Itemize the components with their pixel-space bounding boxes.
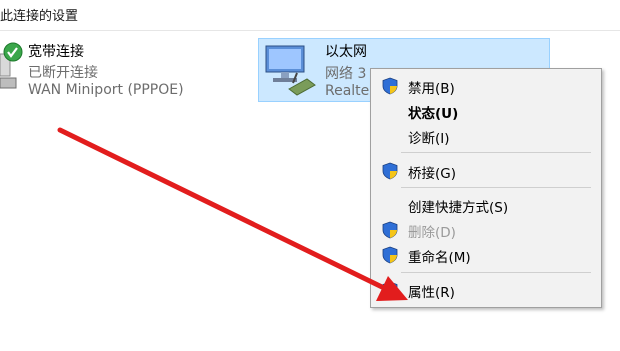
- connection-device: WAN Miniport (PPPOE): [28, 82, 184, 98]
- uac-shield-icon: [382, 281, 398, 299]
- menu-item-delete: 删除(D): [371, 218, 601, 242]
- connection-status: 已断开连接: [28, 65, 98, 81]
- uac-shield-icon: [382, 246, 398, 264]
- connection-name: 宽带连接: [28, 44, 84, 60]
- menu-item-status[interactable]: 状态(U): [371, 99, 601, 123]
- menu-item-label: 诊断(I): [408, 131, 450, 147]
- uac-shield-icon: [382, 221, 398, 239]
- connection-device: Realte: [325, 83, 370, 99]
- broadband-connection-icon: [0, 42, 23, 89]
- menu-separator: [401, 272, 591, 273]
- ethernet-adapter-icon: [265, 45, 316, 96]
- menu-item-create-shortcut[interactable]: 创建快捷方式(S): [371, 193, 601, 217]
- menu-item-diagnose[interactable]: 诊断(I): [371, 124, 601, 148]
- menu-item-label: 状态(U): [408, 106, 459, 122]
- menu-item-disable[interactable]: 禁用(B): [371, 74, 601, 98]
- menu-item-label: 禁用(B): [408, 81, 455, 97]
- menu-separator: [401, 152, 591, 153]
- menu-item-label: 属性(R): [408, 285, 455, 301]
- connection-status: 网络 3: [325, 66, 367, 82]
- connection-broadband[interactable]: 宽带连接 已断开连接 WAN Miniport (PPPOE): [0, 38, 230, 102]
- connection-name: 以太网: [325, 44, 367, 60]
- menu-item-label: 桥接(G): [408, 166, 456, 182]
- context-menu: 禁用(B) 状态(U) 诊断(I) 桥接(G) 创建快捷方式(S) 删除(D) …: [370, 68, 602, 308]
- uac-shield-icon: [382, 162, 398, 180]
- menu-item-bridge[interactable]: 桥接(G): [371, 159, 601, 183]
- menu-item-label: 重命名(M): [408, 250, 471, 266]
- menu-item-properties[interactable]: 属性(R): [371, 278, 601, 302]
- menu-item-label: 创建快捷方式(S): [408, 200, 509, 216]
- menu-item-rename[interactable]: 重命名(M): [371, 243, 601, 267]
- uac-shield-icon: [382, 77, 398, 95]
- menu-item-label: 删除(D): [408, 225, 456, 241]
- toolbar: 此连接的设置: [0, 0, 620, 31]
- menu-separator: [401, 187, 591, 188]
- toolbar-title: 此连接的设置: [0, 9, 79, 24]
